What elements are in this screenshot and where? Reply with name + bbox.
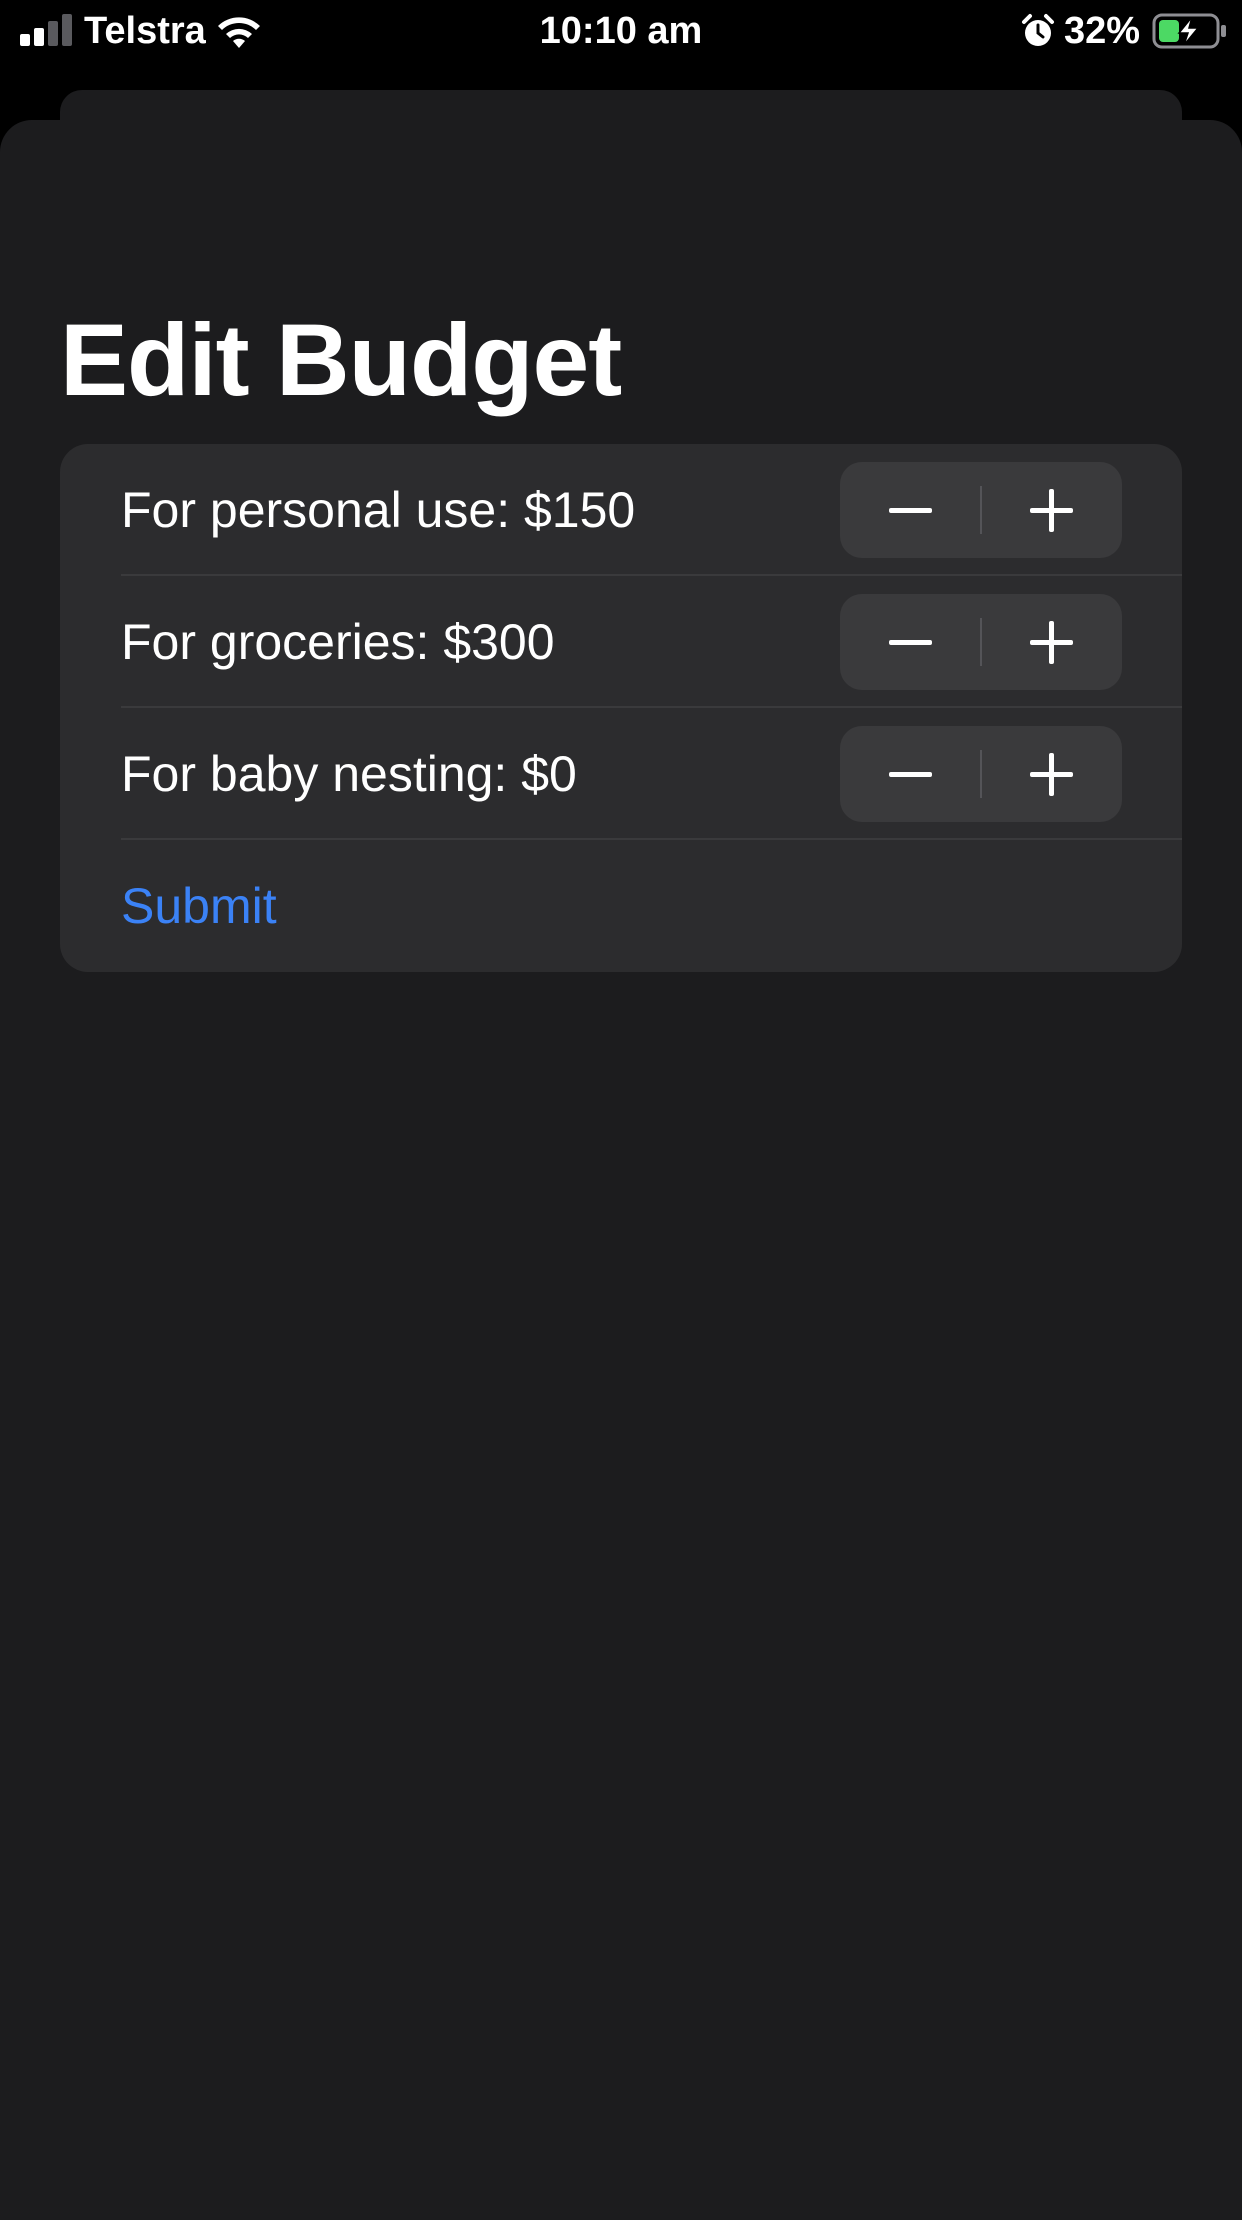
budget-row-groceries: For groceries: $300 bbox=[60, 576, 1182, 708]
personal-use-stepper bbox=[840, 462, 1122, 558]
plus-icon bbox=[1030, 621, 1073, 664]
minus-icon bbox=[889, 508, 932, 513]
alarm-icon bbox=[1022, 14, 1054, 46]
budget-label-personal: For personal use: $150 bbox=[121, 482, 636, 538]
baby-nesting-stepper bbox=[840, 726, 1122, 822]
decrement-groceries-button[interactable] bbox=[840, 594, 981, 690]
groceries-stepper bbox=[840, 594, 1122, 690]
decrement-baby-nesting-button[interactable] bbox=[840, 726, 981, 822]
increment-groceries-button[interactable] bbox=[981, 594, 1122, 690]
battery-percent: 32% bbox=[1064, 10, 1141, 52]
increment-personal-button[interactable] bbox=[981, 462, 1122, 558]
plus-icon bbox=[1030, 753, 1073, 796]
budget-label-baby-nesting: For baby nesting: $0 bbox=[121, 746, 577, 802]
minus-icon bbox=[889, 640, 932, 645]
page-title: Edit Budget bbox=[60, 303, 622, 417]
battery-charging-icon bbox=[1152, 13, 1226, 49]
submit-button[interactable]: Submit bbox=[121, 840, 277, 972]
submit-row: Submit bbox=[60, 840, 1182, 972]
budget-row-personal: For personal use: $150 bbox=[60, 444, 1182, 576]
budget-row-baby-nesting: For baby nesting: $0 bbox=[60, 708, 1182, 840]
increment-baby-nesting-button[interactable] bbox=[981, 726, 1122, 822]
status-bar: Telstra 10:10 am 32% bbox=[0, 0, 1242, 62]
modal-sheet bbox=[0, 120, 1242, 2220]
plus-icon bbox=[1030, 489, 1073, 532]
minus-icon bbox=[889, 772, 932, 777]
budget-label-groceries: For groceries: $300 bbox=[121, 614, 555, 670]
budget-form-card: For personal use: $150 For groceries: $3… bbox=[60, 444, 1182, 972]
decrement-personal-button[interactable] bbox=[840, 462, 981, 558]
